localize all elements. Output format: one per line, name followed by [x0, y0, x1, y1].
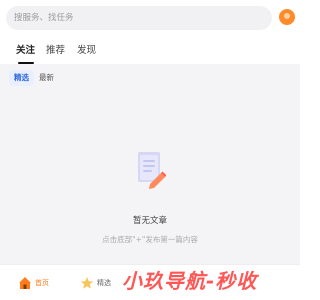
watermark-text: 小玖导航-秒收	[122, 269, 258, 293]
chip-selected[interactable]: 精选	[9, 70, 34, 86]
tab-discover[interactable]: 发现	[77, 38, 96, 64]
empty-subtitle: 点击底部"+"发布第一篇内容	[102, 235, 198, 244]
nav-featured-label: 精选	[97, 279, 111, 287]
nav-home[interactable]: 首页	[18, 273, 49, 293]
document-edit-icon	[138, 152, 166, 189]
sub-tabs: 精选 最新	[0, 69, 300, 87]
main-tabs: 关注 推荐 发现	[0, 38, 300, 64]
user-avatar[interactable]	[279, 9, 295, 25]
nav-featured[interactable]: 精选	[80, 273, 111, 293]
tab-recommend[interactable]: 推荐	[46, 38, 65, 64]
empty-title: 暂无文章	[132, 216, 167, 226]
star-icon	[80, 277, 94, 289]
search-input[interactable]: 搜服务、找任务	[6, 6, 272, 30]
nav-home-label: 首页	[35, 279, 49, 287]
top-bar: 搜服务、找任务	[0, 0, 300, 38]
tab-follow[interactable]: 关注	[16, 38, 35, 64]
home-icon	[19, 277, 31, 289]
chip-latest[interactable]: 最新	[34, 70, 59, 86]
